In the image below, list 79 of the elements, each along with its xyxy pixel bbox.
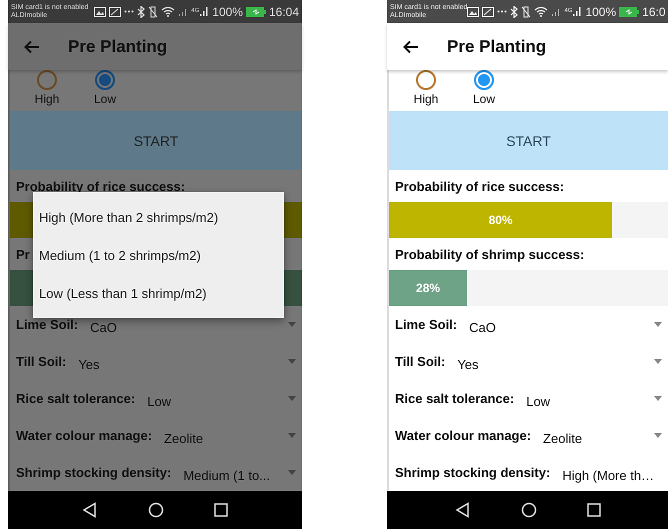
more-icon (124, 10, 134, 14)
dropdown-value[interactable]: Medium (1 to... (183, 468, 276, 483)
field-label: Till Soil: (395, 354, 446, 370)
field-label: Water colour manage: (395, 428, 532, 444)
radio-button[interactable] (95, 70, 115, 90)
dropdown-value[interactable]: Low (147, 394, 276, 409)
image-icon (109, 6, 122, 17)
signal-icon (199, 6, 210, 18)
dropdown-value[interactable]: Low (526, 394, 642, 409)
image-icon (482, 6, 494, 17)
field-label: Water colour manage: (16, 428, 152, 444)
dropdown-caret-icon[interactable] (288, 322, 296, 328)
clock: 16:0 (642, 4, 666, 19)
field-label: Rice salt tolerance: (395, 391, 514, 406)
dropdown-caret-icon[interactable] (288, 470, 296, 476)
result-label: Probability of rice success: (395, 178, 564, 194)
dropdown-caret-icon[interactable] (654, 359, 662, 364)
dropdown-value[interactable]: High (More th… (562, 468, 654, 483)
radio-button[interactable] (474, 70, 494, 90)
screen-title: Pre Planting (68, 36, 168, 57)
dropdown-caret-icon[interactable] (654, 396, 662, 402)
battery-icon (246, 6, 266, 17)
back-icon[interactable] (454, 502, 470, 518)
wifi-icon (534, 6, 548, 18)
dropdown-value[interactable]: Zeolite (164, 430, 276, 446)
signal-icon (551, 6, 562, 17)
radio-label: Low (94, 92, 116, 106)
field-label: Shrimp stocking density: (16, 465, 172, 480)
battery-percent: 100% (585, 4, 616, 19)
dropdown-caret-icon[interactable] (654, 322, 662, 328)
dropdown-caret-icon[interactable] (288, 359, 296, 364)
back-arrow-icon[interactable] (403, 40, 419, 54)
start-button[interactable]: START (10, 111, 302, 170)
result-label: Pr (16, 246, 30, 262)
battery-icon (619, 6, 640, 17)
home-icon[interactable] (520, 502, 536, 518)
result-label: Probability of rice success: (16, 178, 186, 194)
battery-percent: 100% (212, 4, 243, 19)
dropdown-caret-icon[interactable] (288, 433, 296, 438)
dropdown-value[interactable]: Yes (78, 356, 276, 372)
vibrate-off-icon (521, 6, 532, 18)
radio-label: High (414, 92, 438, 106)
field-label: Lime Soil: (16, 317, 78, 332)
vibrate-off-icon (148, 6, 158, 18)
home-icon[interactable] (148, 502, 164, 518)
dropdown-caret-icon[interactable] (288, 396, 296, 402)
wifi-icon (161, 6, 176, 18)
more-icon (497, 10, 508, 14)
percent-value: 80% (488, 213, 513, 228)
bluetooth-icon (137, 6, 146, 18)
recent-apps-icon[interactable] (214, 503, 228, 518)
radio-button[interactable] (416, 70, 436, 90)
dropdown-value[interactable]: Yes (457, 356, 642, 372)
field-label: Till Soil: (16, 354, 66, 370)
radio-button[interactable] (37, 70, 57, 90)
signal-icon (178, 6, 188, 17)
field-label: Lime Soil: (395, 317, 458, 332)
field-label: Shrimp stocking density: (395, 465, 550, 480)
image-icon (94, 6, 106, 17)
dropdown-value[interactable]: Zeolite (543, 430, 642, 446)
signal-icon (572, 6, 582, 18)
dialog-option[interactable]: Low (Less than 1 shrimp/m2) (33, 274, 284, 312)
back-icon[interactable] (82, 502, 98, 518)
image-icon (467, 6, 480, 17)
start-button[interactable]: START (389, 111, 668, 170)
dialog-option[interactable]: High (More than 2 shrimps/m2) (33, 198, 284, 236)
radio-label: High (34, 92, 60, 106)
result-label: Probability of shrimp success: (395, 246, 584, 262)
dropdown-value[interactable]: CaO (469, 320, 642, 335)
radio-label: Low (472, 92, 495, 106)
clock: 16:04 (268, 4, 299, 19)
dropdown-caret-icon[interactable] (654, 433, 662, 438)
percent-value: 28% (416, 281, 440, 296)
field-label: Rice salt tolerance: (16, 391, 136, 406)
recent-apps-icon[interactable] (586, 503, 600, 518)
dialog-option[interactable]: Medium (1 to 2 shrimps/m2) (33, 236, 284, 274)
screen-title: Pre Planting (447, 36, 546, 57)
dropdown-value[interactable]: CaO (90, 320, 276, 335)
bluetooth-icon (510, 6, 518, 18)
